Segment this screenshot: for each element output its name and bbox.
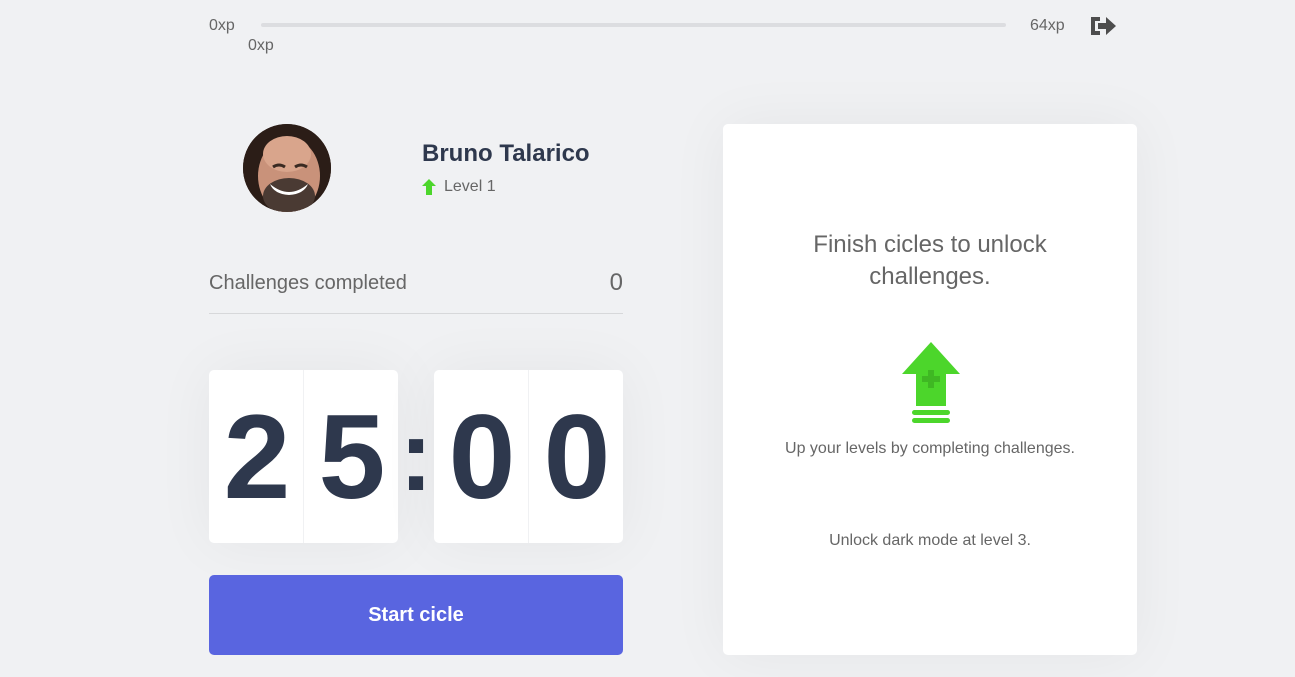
challenge-box-description: Up your levels by completing challenges. xyxy=(785,440,1075,457)
profile: Bruno Talarico Level 1 xyxy=(209,124,623,214)
minute-ones-digit: 5 xyxy=(303,370,398,543)
xp-current-label: 0xp xyxy=(248,37,274,54)
challenges-label: Challenges completed xyxy=(209,272,407,294)
level-label: Level 1 xyxy=(444,178,496,195)
level-up-icon xyxy=(900,340,962,424)
challenge-box-title: Finish cicles to unlock challenges. xyxy=(813,231,1047,290)
level-up-arrow-icon xyxy=(422,179,436,195)
user-name: Bruno Talarico xyxy=(422,140,590,167)
challenge-box: Finish cicles to unlock challenges. Up y… xyxy=(723,124,1137,655)
xp-min-label: 0xp xyxy=(209,17,235,34)
minutes-display: 2 5 xyxy=(209,370,398,543)
challenges-count: 0 xyxy=(609,269,623,296)
logout-icon[interactable] xyxy=(1088,13,1118,39)
avatar xyxy=(243,124,331,212)
minute-tens-digit: 2 xyxy=(223,389,291,524)
experience-bar: 0xp 0xp 64xp xyxy=(209,0,1119,60)
challenges-completed: Challenges completed 0 xyxy=(209,264,623,314)
time-separator: : xyxy=(399,400,433,512)
second-tens-digit: 0 xyxy=(448,389,516,524)
countdown-timer: 2 5 : 0 0 xyxy=(209,370,623,543)
level-indicator: Level 1 xyxy=(422,178,496,196)
seconds-display: 0 0 xyxy=(434,370,623,543)
start-cicle-button[interactable]: Start cicle xyxy=(209,575,623,655)
dark-mode-note: Unlock dark mode at level 3. xyxy=(829,532,1031,549)
xp-max-label: 64xp xyxy=(1030,17,1065,34)
second-ones-digit: 0 xyxy=(528,370,623,543)
xp-track xyxy=(261,23,1006,27)
